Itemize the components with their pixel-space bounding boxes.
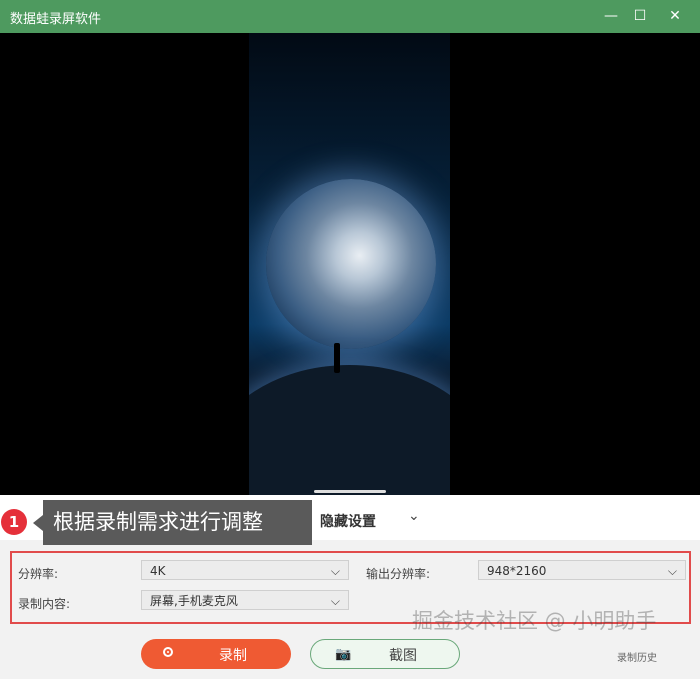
resolution-label: 分辨率:	[18, 567, 59, 581]
annotation-callout: 1 根据录制需求进行调整	[0, 500, 312, 545]
earth-image	[266, 179, 436, 349]
maximize-icon[interactable]: ☐	[629, 6, 651, 26]
chevron-down-icon: ⌵	[667, 564, 677, 578]
phone-screen-preview	[249, 33, 450, 495]
record-content-select[interactable]: 屏幕,手机麦克风 ⌵	[141, 590, 349, 610]
record-content-value: 屏幕,手机麦克风	[150, 594, 238, 608]
record-button[interactable]: 录制	[141, 639, 291, 669]
resolution-value: 4K	[150, 564, 166, 578]
record-history-link[interactable]: 录制历史	[617, 649, 657, 664]
annotation-number-badge: 1	[1, 509, 27, 535]
record-content-label: 录制内容:	[18, 597, 71, 611]
horizon-image	[249, 365, 450, 495]
chevron-down-icon[interactable]: ⌄	[408, 508, 420, 524]
camera-icon: 📷	[335, 647, 352, 662]
hidden-settings-tab[interactable]: 隐藏设置	[320, 511, 376, 531]
screenshot-button-label: 截图	[389, 648, 417, 664]
annotation-arrow	[33, 515, 43, 531]
output-resolution-value: 948*2160	[487, 564, 547, 578]
title-bar: 数据蛙录屏软件 — ☐ ✕	[0, 0, 700, 33]
chevron-down-icon: ⌵	[330, 594, 340, 608]
phone-home-indicator	[314, 490, 386, 493]
annotation-text: 根据录制需求进行调整	[43, 500, 312, 545]
watermark: 掘金技术社区 @ 小明助手	[412, 609, 657, 633]
output-resolution-label: 输出分辨率:	[366, 567, 431, 581]
output-resolution-select[interactable]: 948*2160 ⌵	[478, 560, 686, 580]
close-icon[interactable]: ✕	[664, 6, 686, 26]
window-title: 数据蛙录屏软件	[10, 12, 102, 27]
screen-preview	[0, 33, 700, 495]
record-button-label: 录制	[219, 648, 247, 664]
chevron-down-icon: ⌵	[330, 564, 340, 578]
minimize-icon[interactable]: —	[600, 6, 622, 26]
resolution-select[interactable]: 4K ⌵	[141, 560, 349, 580]
screenshot-button[interactable]: 📷 截图	[310, 639, 460, 669]
record-icon	[163, 647, 173, 657]
silhouette-image	[334, 343, 340, 373]
